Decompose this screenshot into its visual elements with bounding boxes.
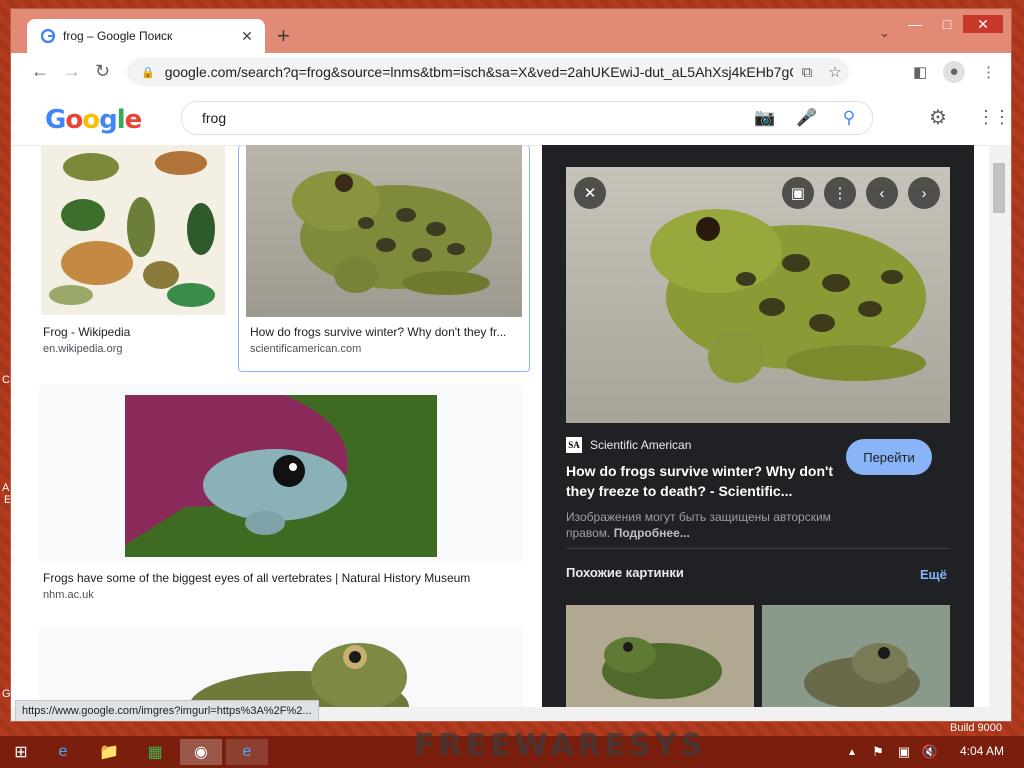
result-image[interactable] [246,145,522,317]
address-url[interactable]: google.com/search?q=frog&source=lnms&tbm… [165,64,793,80]
result-card-nhm[interactable]: Frogs have some of the biggest eyes of a… [39,385,523,611]
camera-icon[interactable]: 📷 [744,108,786,128]
result-card-scientific-american[interactable]: How do frogs survive winter? Why don't t… [238,145,530,372]
desktop-text-fragment: A [2,482,10,494]
file-explorer-icon[interactable]: 📁 [88,739,130,765]
maximize-icon[interactable]: □ [931,15,963,33]
google-header: Google 📷 🎤 ⚲ ⚙ ⋮⋮ [11,91,1011,146]
more-options-icon[interactable]: ⋮ [824,177,856,209]
tab-title: frog – Google Поиск [63,29,173,43]
similar-frog-image [602,637,722,699]
result-source[interactable]: nhm.ac.uk [43,589,94,601]
google-apps-icon[interactable]: ⋮⋮ [977,107,1011,128]
logo-letter: l [116,105,126,135]
store-icon[interactable]: ▦ [134,739,176,765]
browser-toolbar: ← → ↻ 🔒 google.com/search?q=frog&source=… [11,53,1011,92]
back-icon[interactable]: ← [31,61,49,82]
logo-letter: o [82,105,100,135]
minimize-icon[interactable]: — [899,15,931,33]
result-title[interactable]: Frog - Wikipedia [43,325,227,339]
volume-muted-icon[interactable]: 🔇 [918,739,942,765]
similar-images-heading: Похожие картинки [566,565,684,580]
profile-avatar-icon[interactable]: ● [943,61,965,83]
copyright-more-link[interactable]: Подробнее... [614,526,690,540]
divider [566,548,950,549]
leopard-frog-large-image [650,209,926,383]
lens-search-icon[interactable]: ▣ [782,177,814,209]
logo-letter: g [99,105,118,135]
next-image-icon[interactable]: › [908,177,940,209]
result-source[interactable]: en.wikipedia.org [43,343,123,355]
window-controls: — □ ✕ [899,15,1003,33]
watermark: FREEWARESYS [414,728,707,763]
logo-letter: o [65,105,83,135]
google-favicon-icon [41,29,55,43]
result-title[interactable]: Frogs have some of the biggest eyes of a… [43,571,523,585]
source-name[interactable]: Scientific American [590,438,691,452]
google-logo[interactable]: Google [45,105,143,135]
share-icon[interactable]: ⧉ [793,64,821,81]
close-icon[interactable]: ✕ [963,15,1003,33]
flag-icon[interactable]: ⚑ [866,739,890,765]
similar-frog-image [804,643,920,709]
tab-close-icon[interactable]: ✕ [239,28,255,45]
build-label: Build 9000 [950,722,1002,734]
internet-explorer-icon[interactable]: e [42,739,84,765]
browser-window: — □ ✕ frog – Google Поиск ✕ + ⌄ ← → ↻ 🔒 … [10,8,1012,722]
result-image[interactable] [125,395,437,557]
settings-gear-icon[interactable]: ⚙ [929,105,947,130]
page-content: Google 📷 🎤 ⚲ ⚙ ⋮⋮ [11,91,1011,721]
copyright-text: Изображения могут быть защищены авторски… [566,510,831,540]
chrome-icon[interactable]: ◉ [180,739,222,765]
browser-tab[interactable]: frog – Google Поиск ✕ [27,19,265,53]
result-card-wikipedia[interactable]: Frog - Wikipedia en.wikipedia.org [39,145,229,369]
preview-title[interactable]: How do frogs survive winter? Why don't t… [566,461,842,501]
vertical-scrollbar[interactable] [989,145,1011,721]
frog-illustration-image [49,151,215,307]
new-tab-icon[interactable]: + [277,23,290,49]
similar-image[interactable] [762,605,950,721]
clock[interactable]: 4:04 AM [960,744,1004,758]
preview-image[interactable] [566,167,950,423]
result-title[interactable]: How do frogs survive winter? Why don't t… [250,325,520,339]
lock-icon[interactable]: 🔒 [141,66,155,79]
copyright-notice: Изображения могут быть защищены авторски… [566,509,866,541]
leopard-frog-image [292,171,492,295]
internet-explorer-window-icon[interactable]: e [226,739,268,765]
tab-search-chevron-icon[interactable]: ⌄ [879,25,890,41]
image-preview-panel: ✕ ▣ ⋮ ‹ › SA Scientific American How do … [542,145,974,721]
address-bar[interactable]: 🔒 google.com/search?q=frog&source=lnms&t… [127,58,849,86]
link-status-bar: https://www.google.com/imgres?imgurl=htt… [15,700,319,721]
reading-mode-icon[interactable]: ◧ [913,63,927,81]
similar-image[interactable] [566,605,754,721]
tray-chevron-icon[interactable]: ▲ [842,739,862,765]
microphone-icon[interactable]: 🎤 [786,108,828,128]
result-source[interactable]: scientificamerican.com [250,343,361,355]
source-logo-icon: SA [566,437,582,453]
start-button-icon[interactable]: ⊞ [0,739,42,765]
bookmark-star-icon[interactable]: ☆ [821,63,849,81]
desktop-text-fragment: C [2,374,10,386]
forward-icon[interactable]: → [63,61,81,82]
scrollbar-thumb[interactable] [993,163,1005,213]
search-input[interactable] [200,109,744,127]
preview-source[interactable]: SA Scientific American [566,437,691,453]
browser-menu-icon[interactable]: ⋮ [981,63,996,81]
search-box[interactable]: 📷 🎤 ⚲ [181,101,873,135]
logo-letter: G [45,105,66,135]
reload-icon[interactable]: ↻ [95,61,110,82]
more-link[interactable]: Ещё [920,567,947,582]
search-icon[interactable]: ⚲ [828,108,870,128]
tree-frog-on-leaf-image [125,395,348,545]
logo-letter: e [124,105,143,135]
close-preview-icon[interactable]: ✕ [574,177,606,209]
result-image[interactable] [41,145,225,315]
previous-image-icon[interactable]: ‹ [866,177,898,209]
network-icon[interactable]: ▣ [892,739,916,765]
visit-button[interactable]: Перейти [846,439,932,475]
